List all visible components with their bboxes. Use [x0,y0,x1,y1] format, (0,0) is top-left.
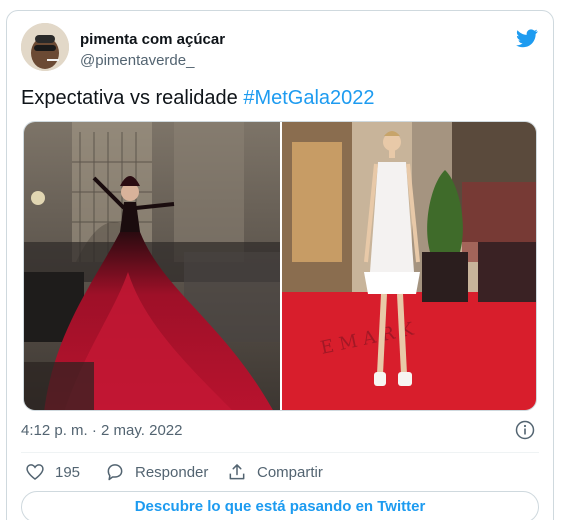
hashtag-link[interactable]: #MetGala2022 [243,87,374,109]
tweet-timestamp[interactable]: 4:12 p. m. · 2 may. 2022 [21,422,182,439]
avatar[interactable] [21,23,69,71]
reply-bubble-icon [107,464,123,481]
share-button[interactable]: Compartir [227,460,323,484]
discover-twitter-button[interactable]: Descubre lo que está pasando en Twitter [21,491,539,520]
author-display-name[interactable]: pimenta com açúcar [80,31,225,48]
tweet-actions: 195 Responder Compartir [21,460,539,484]
like-count: 195 [55,463,81,481]
tweet-card: pimenta com açúcar @pimentaverde_ Expect… [6,10,554,520]
tweet-media: E M A R K [23,121,537,411]
share-label: Compartir [257,463,323,481]
reply-label: Responder [135,463,209,481]
tweet-text-body: Expectativa vs realidade [21,87,244,109]
divider [21,452,539,453]
author-handle[interactable]: @pimentaverde_ [80,52,194,69]
tweet-header: pimenta com açúcar @pimentaverde_ [21,23,541,75]
media-photo-right[interactable]: E M A R K [282,122,536,410]
share-upload-icon [229,464,245,480]
like-button[interactable]: 195 [25,460,80,484]
reply-button[interactable]: Responder [105,460,208,484]
twitter-bird-icon[interactable] [515,27,539,49]
info-icon[interactable] [515,420,535,440]
heart-icon [26,464,44,481]
tweet-text: Expectativa vs realidade #MetGala2022 [21,87,375,110]
media-photo-left[interactable] [24,122,280,410]
